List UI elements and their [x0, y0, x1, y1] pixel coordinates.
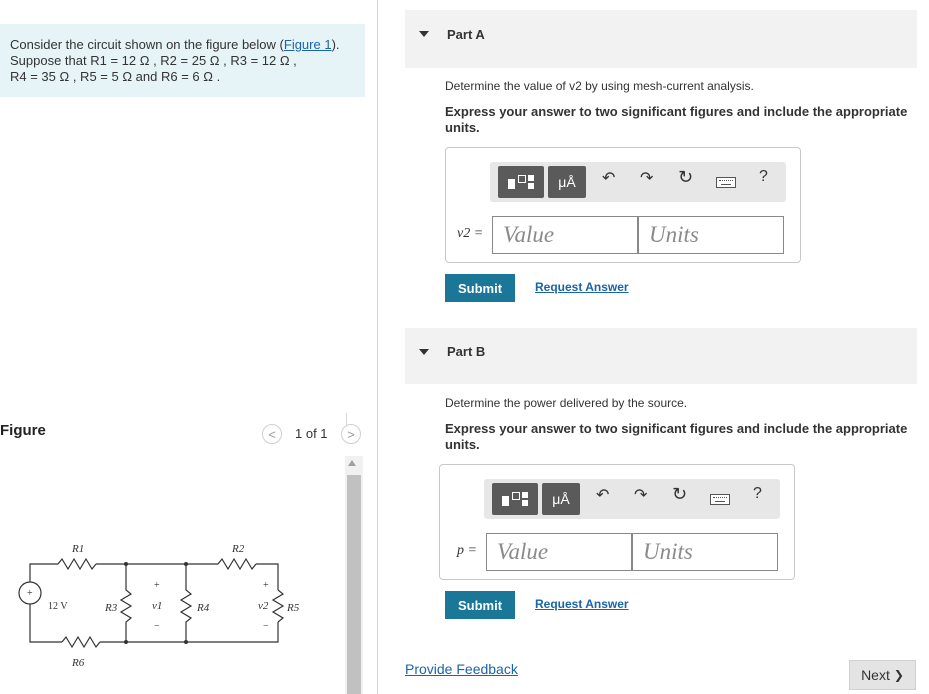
- part-b-header[interactable]: Part B: [405, 328, 917, 384]
- r2-label: R2: [231, 543, 245, 555]
- circuit-diagram: + 12 V R1 R2 R3 R4 R5 R6 + v1 − + v2 −: [18, 543, 300, 669]
- v2-label: v2: [258, 600, 269, 612]
- part-b-title: Part B: [447, 344, 486, 359]
- part-b-toolbar: μÅ ↶ ↷ ↻ ?: [484, 479, 780, 519]
- templates-button[interactable]: [498, 166, 544, 198]
- part-a-value-input[interactable]: Value: [492, 216, 638, 254]
- figure-next-button[interactable]: >: [341, 424, 361, 444]
- templates-button[interactable]: [492, 483, 538, 515]
- wire: [29, 563, 58, 570]
- part-b-request-answer-link[interactable]: Request Answer: [535, 597, 629, 611]
- r1-resistor: [57, 557, 97, 571]
- r5-label: R5: [286, 602, 300, 614]
- figure-prev-button[interactable]: <: [262, 424, 282, 444]
- part-a-request-answer-link[interactable]: Request Answer: [535, 280, 629, 294]
- keyboard-icon[interactable]: [716, 177, 736, 188]
- source-label: 12 V: [48, 601, 68, 612]
- problem-line-2: Suppose that R1 = 12 Ω , R2 = 25 Ω , R3 …: [10, 53, 297, 68]
- provide-feedback-link[interactable]: Provide Feedback: [405, 661, 518, 677]
- r1-label: R1: [71, 543, 84, 555]
- r4-label: R4: [196, 602, 210, 614]
- reset-icon[interactable]: ↻: [672, 484, 687, 505]
- figure-page-indicator: 1 of 1: [295, 426, 328, 441]
- redo-icon[interactable]: ↷: [640, 168, 653, 188]
- chevron-left-icon: <: [268, 426, 276, 442]
- v1-label: v1: [152, 600, 162, 612]
- problem-line-1: Consider the circuit shown on the figure…: [10, 37, 340, 52]
- part-a-toolbar: μÅ ↶ ↷ ↻ ?: [490, 162, 786, 202]
- part-a-question: Determine the value of v2 by using mesh-…: [445, 79, 754, 93]
- keyboard-icon[interactable]: [710, 494, 730, 505]
- reset-icon[interactable]: ↻: [678, 167, 693, 188]
- chevron-right-icon: >: [347, 426, 355, 442]
- figure-scrollbar-thumb[interactable]: [347, 475, 361, 694]
- r6-resistor: [61, 635, 101, 649]
- figure-link[interactable]: Figure 1: [284, 37, 332, 52]
- next-button[interactable]: Next ❯: [849, 660, 916, 690]
- part-a-answer-box: μÅ ↶ ↷ ↻ ? v2 = Value Units: [445, 147, 801, 263]
- chevron-right-icon: ❯: [893, 668, 904, 682]
- part-b-units-input[interactable]: Units: [632, 533, 778, 571]
- help-icon[interactable]: ?: [759, 168, 768, 186]
- r2-resistor: [217, 557, 257, 571]
- r5-resistor: [271, 589, 285, 623]
- problem-line-3: R4 = 35 Ω , R5 = 5 Ω and R6 = 6 Ω .: [10, 69, 221, 84]
- r3-resistor: [119, 564, 133, 642]
- part-a-answer-label: v2 =: [457, 226, 484, 241]
- part-b-question: Determine the power delivered by the sou…: [445, 396, 688, 410]
- collapse-caret-icon[interactable]: [419, 349, 429, 355]
- part-a-units-input[interactable]: Units: [638, 216, 784, 254]
- part-a-submit-button[interactable]: Submit: [445, 274, 515, 302]
- r4-resistor: [179, 564, 193, 642]
- units-mu-button[interactable]: μÅ: [548, 166, 586, 198]
- v1-plus: +: [154, 580, 160, 591]
- part-b-answer-label: p =: [457, 543, 477, 558]
- redo-icon[interactable]: ↷: [634, 485, 647, 505]
- collapse-caret-icon[interactable]: [419, 31, 429, 37]
- undo-icon[interactable]: ↶: [602, 168, 615, 188]
- part-b-instruction: Express your answer to two significant f…: [445, 421, 908, 452]
- help-icon[interactable]: ?: [753, 485, 762, 503]
- part-b-value-input[interactable]: Value: [486, 533, 632, 571]
- part-a-title: Part A: [447, 27, 485, 42]
- problem-statement: Consider the circuit shown on the figure…: [0, 24, 365, 97]
- r3-label: R3: [104, 602, 118, 614]
- v1-minus: −: [154, 621, 160, 632]
- undo-icon[interactable]: ↶: [596, 485, 609, 505]
- part-b-submit-button[interactable]: Submit: [445, 591, 515, 619]
- scroll-up-arrow-icon[interactable]: [348, 460, 356, 466]
- figure-label: Figure: [0, 422, 46, 439]
- v2-plus: +: [263, 580, 269, 591]
- part-b-answer-box: μÅ ↶ ↷ ↻ ? p = Value Units: [439, 464, 795, 580]
- source-plus: +: [27, 588, 33, 599]
- r6-label: R6: [71, 657, 85, 669]
- pane-divider: [377, 0, 378, 694]
- v2-minus: −: [263, 621, 269, 632]
- units-mu-button[interactable]: μÅ: [542, 483, 580, 515]
- part-a-instruction: Express your answer to two significant f…: [445, 104, 908, 135]
- next-button-label: Next: [861, 667, 890, 683]
- part-a-header[interactable]: Part A: [405, 10, 917, 68]
